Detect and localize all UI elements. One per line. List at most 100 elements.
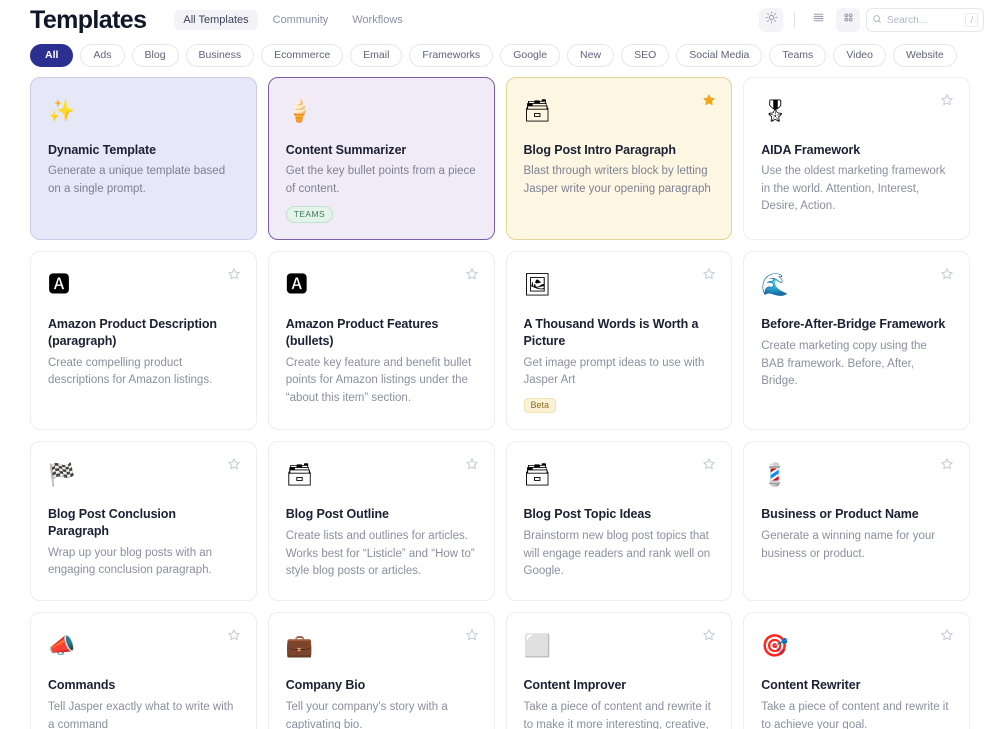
filter-pill-seo[interactable]: SEO [621, 44, 670, 67]
template-card-title: Blog Post Topic Ideas [523, 507, 652, 522]
template-card[interactable]: 🍦 Content Summarizer Get the key bullet po… [267, 76, 495, 241]
tab-all-templates[interactable]: All Templates [174, 10, 258, 30]
ice-cream-icon: 🍦 [285, 97, 314, 123]
template-card[interactable]: 🎯 Content Rewriter Take a piece of content… [743, 612, 970, 729]
filter-pill-blog[interactable]: Blog [131, 44, 179, 67]
template-card-title: Content Rewriter [761, 678, 861, 693]
template-card-description: Generate a winning name for your busines… [761, 530, 936, 560]
tab-workflows[interactable]: Workflows [343, 10, 412, 30]
card-file-box-icon: 🗃 [285, 462, 314, 488]
framed-picture-icon: 🖼 [523, 272, 552, 298]
template-card-title: Dynamic Template [48, 142, 156, 157]
template-card-description: Create marketing copy using the BAB fram… [761, 340, 927, 388]
template-card-title: Amazon Product Features (bullets) [285, 317, 439, 349]
template-card[interactable]: ✨ Dynamic Template Generate a unique templ… [30, 76, 257, 241]
template-card-title: Company Bio [285, 678, 366, 693]
list-view-icon [812, 11, 825, 29]
bridge-water-icon: 🌊 [761, 272, 789, 298]
template-card[interactable]: 🗃 Blog Post Intro Paragraph Blast through … [505, 76, 733, 241]
template-card[interactable]: 🅰 Amazon Product Description (paragraph) C… [30, 251, 257, 431]
toolbar-divider [794, 12, 795, 28]
checkered-flag-icon: 🏁 [48, 462, 76, 488]
filter-pill-ecommerce[interactable]: Ecommerce [261, 44, 344, 67]
template-card[interactable]: 🅰 Amazon Product Features (bullets) Create… [267, 251, 495, 431]
template-card[interactable]: 💼 Company Bio Tell your company's story wi… [267, 612, 495, 729]
sparkles-icon: ✨ [48, 97, 76, 123]
barber-pole-icon: 💈 [761, 462, 789, 488]
template-card-title: AIDA Framework [761, 142, 861, 157]
top-bar: Templates All Templates Community Workfl… [0, 0, 1000, 40]
template-card-description: Get the key bullet points from a piece o… [285, 165, 476, 195]
search-input[interactable]: Search... / [866, 8, 984, 32]
template-card-description: Wrap up your blog posts with an engaging… [48, 546, 213, 577]
template-card-description: Take a piece of content and rewrite it t… [761, 701, 949, 729]
dart-target-icon: 🎯 [761, 633, 789, 659]
filter-pill-email[interactable]: Email [350, 44, 403, 67]
filter-pill-google[interactable]: Google [500, 44, 561, 67]
template-card-title: Blog Post Outline [285, 507, 389, 522]
template-card-description: Take a piece of content and rewrite it t… [523, 701, 711, 729]
filter-pill-ads[interactable]: Ads [80, 44, 125, 67]
card-file-box-icon: 🗃 [523, 462, 552, 488]
template-card-title: Before-After-Bridge Framework [761, 317, 946, 332]
card-file-box-icon: 🗃 [523, 97, 552, 123]
megaphone-icon: 📣 [48, 633, 76, 659]
template-card[interactable]: 🗃 Blog Post Outline Create lists and outli… [267, 441, 495, 602]
search-placeholder: Search... [887, 14, 928, 26]
template-card[interactable]: 🏁 Blog Post Conclusion Paragraph Wrap up y… [30, 441, 257, 602]
template-card-description: Tell your company's story with a captiva… [285, 701, 448, 729]
filter-pill-frameworks[interactable]: Frameworks [409, 44, 494, 67]
template-card-title: Blog Post Intro Paragraph [523, 142, 676, 157]
filter-pill-row: All Ads Blog Business Ecommerce Email Fr… [0, 40, 1000, 77]
template-card[interactable]: 📣 Commands Tell Jasper exactly what to wri… [30, 612, 257, 729]
sun-icon [765, 11, 778, 29]
template-card-description: Create lists and outlines for articles. … [285, 530, 475, 578]
aida-medal-icon: 🎖 [761, 97, 790, 123]
template-card-description: Use the oldest marketing framework in th… [761, 165, 946, 213]
nav-tabs: All Templates Community Workflows [174, 10, 411, 30]
filter-pill-website[interactable]: Website [892, 44, 957, 67]
search-shortcut-badge: / [965, 13, 978, 27]
search-icon [872, 11, 882, 29]
template-card-title: Amazon Product Description (paragraph) [48, 317, 217, 349]
filter-pill-teams[interactable]: Teams [769, 44, 827, 67]
template-card-description: Tell Jasper exactly what to write with a… [48, 701, 234, 729]
template-card-description: Blast through writers block by letting J… [523, 165, 711, 195]
grid-view-icon [842, 11, 855, 29]
template-card-title: Blog Post Conclusion Paragraph [48, 507, 176, 539]
blank-square-icon: ⬜ [523, 633, 551, 659]
filter-pill-all[interactable]: All [30, 44, 74, 67]
amazon-logo-icon: 🅰 [48, 272, 71, 298]
template-card[interactable]: 🎖 AIDA Framework Use the oldest marketing … [743, 76, 970, 241]
template-card-description: Brainstorm new blog post topics that wil… [523, 530, 711, 578]
template-card[interactable]: 🗃 Blog Post Topic Ideas Brainstorm new blo… [505, 441, 733, 602]
list-view-button[interactable] [806, 8, 830, 32]
template-card[interactable]: 💈 Business or Product Name Generate a winn… [743, 441, 970, 602]
template-card-description: Generate a unique template based on a si… [48, 165, 226, 195]
filter-pill-new[interactable]: New [567, 44, 615, 67]
template-card-description: Create compelling product descriptions f… [48, 356, 213, 387]
template-card[interactable]: 🖼 A Thousand Words is Worth a Picture Get … [505, 251, 733, 431]
template-card[interactable]: 🌊 Before-After-Bridge Framework Create mar… [743, 251, 970, 431]
template-card[interactable]: ⬜ Content Improver Take a piece of content… [505, 612, 733, 729]
top-bar-actions: Search... / [759, 8, 984, 32]
template-card-description: Create key feature and benefit bullet po… [285, 356, 472, 404]
grid-view-button[interactable] [836, 8, 860, 32]
template-card-title: Business or Product Name [761, 507, 919, 522]
template-card-title: Commands [48, 678, 116, 693]
template-card-title: Content Summarizer [285, 142, 407, 157]
filter-pill-video[interactable]: Video [833, 44, 886, 67]
template-card-badge: Beta [523, 397, 557, 414]
template-card-title: A Thousand Words is Worth a Picture [523, 317, 699, 349]
template-card-badge: TEAMS [285, 206, 334, 224]
page-title: Templates [30, 5, 147, 34]
template-card-title: Content Improver [523, 678, 627, 693]
amazon-logo-icon: 🅰 [285, 272, 308, 298]
filter-pill-social-media[interactable]: Social Media [676, 44, 763, 67]
filter-pill-business[interactable]: Business [185, 44, 255, 67]
theme-toggle-button[interactable] [759, 8, 783, 32]
tab-community[interactable]: Community [264, 10, 338, 30]
template-card-grid: ✨ Dynamic Template Generate a unique templ… [0, 76, 1000, 729]
template-card-description: Get image prompt ideas to use with Jaspe… [523, 356, 705, 387]
briefcase-icon: 💼 [285, 633, 314, 659]
